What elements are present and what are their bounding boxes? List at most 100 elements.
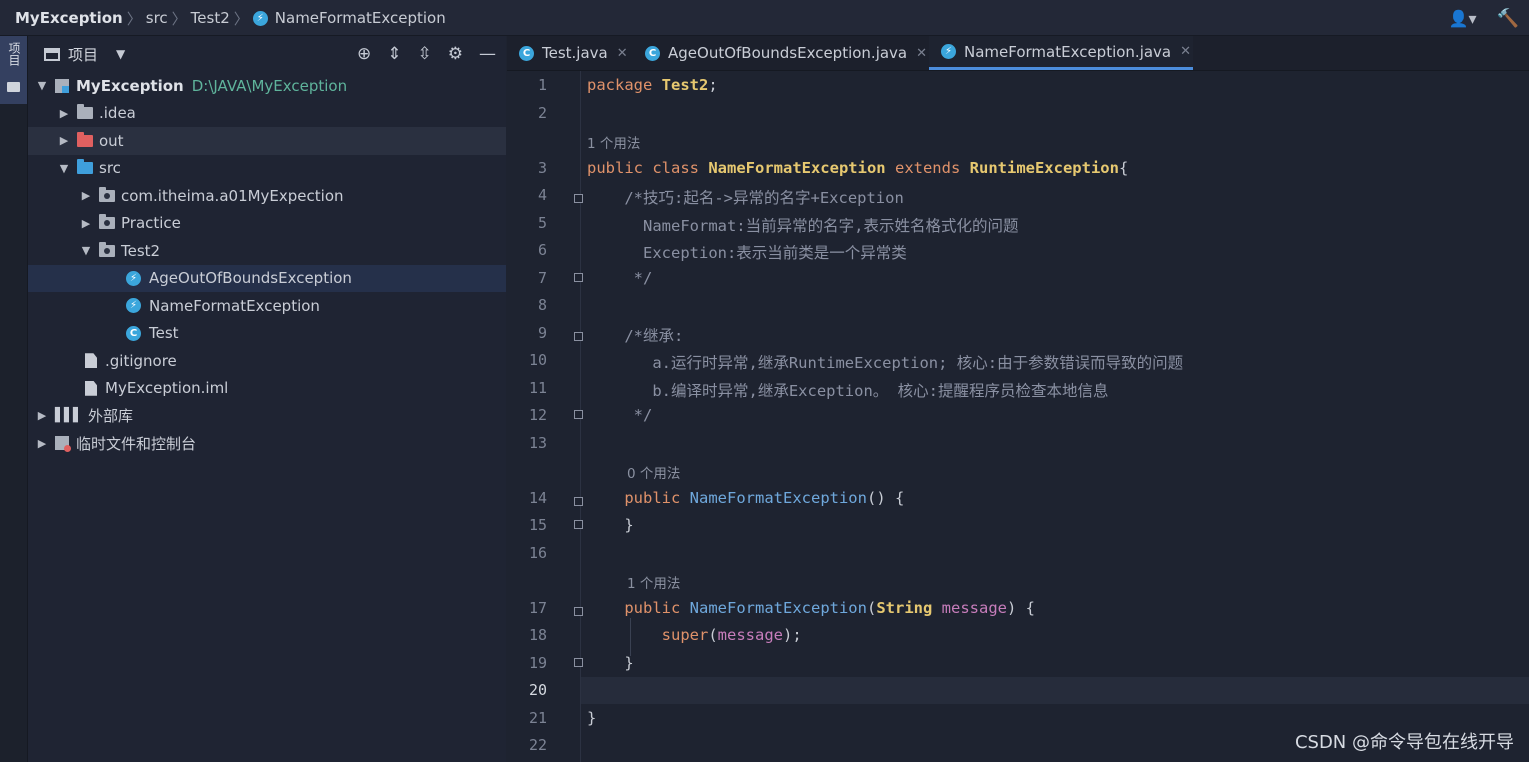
chevron-down-icon[interactable]: ▼	[58, 162, 70, 175]
usages-hint[interactable]: 1 个用法	[587, 132, 640, 152]
tree-item-out[interactable]: ▶ out	[28, 127, 506, 155]
tree-root-path: D:\JAVA\MyException	[191, 76, 348, 95]
breadcrumb-src[interactable]: src	[146, 9, 168, 27]
punctuation: (	[708, 626, 718, 644]
punctuation: {	[1118, 159, 1129, 177]
tree-item-file[interactable]: .gitignore	[28, 347, 506, 375]
tree-item-package[interactable]: ▶ Practice	[28, 210, 506, 238]
chevron-down-icon[interactable]: ▼	[80, 244, 92, 257]
close-icon[interactable]: ✕	[1180, 44, 1191, 59]
line-number: 22	[528, 736, 547, 754]
line-number: 6	[537, 241, 547, 259]
folder-icon	[77, 104, 93, 120]
usages-hint[interactable]: 1 个用法	[627, 572, 680, 592]
tree-item-class[interactable]: C Test	[28, 320, 506, 348]
line-number: 19	[528, 654, 547, 672]
fold-marker-icon[interactable]	[574, 194, 583, 203]
breadcrumb-file[interactable]: ⚡ NameFormatException	[252, 9, 446, 27]
fold-marker-icon[interactable]	[574, 332, 583, 341]
close-icon[interactable]: ✕	[916, 46, 927, 61]
tree-label-package: Test2	[121, 241, 161, 260]
fold-marker-icon[interactable]	[574, 410, 583, 419]
chevron-right-icon[interactable]: ▶	[58, 134, 70, 147]
punctuation: ) {	[1007, 599, 1035, 617]
close-icon[interactable]: ✕	[617, 46, 628, 61]
locate-icon[interactable]: ⊕	[357, 44, 371, 64]
lightning-class-icon: ⚡	[126, 298, 141, 314]
line-number: 18	[528, 626, 547, 644]
fold-marker-icon[interactable]	[574, 658, 583, 667]
chevron-down-icon[interactable]: ▼	[36, 79, 48, 92]
scratches-icon	[55, 436, 71, 453]
tree-label-libraries: 外部库	[88, 407, 134, 426]
tree-item-libraries[interactable]: ▶ ▌▌▌ 外部库	[28, 402, 506, 430]
line-number: 21	[528, 709, 547, 727]
chevron-right-icon[interactable]: ▶	[36, 409, 48, 422]
chevron-right-icon[interactable]: ▶	[80, 189, 92, 202]
panel-toolbar: ⊕ ⇕ ⇳ ⚙ —	[357, 36, 496, 72]
comment-line: NameFormat:当前异常的名字,表示姓名格式化的问题	[587, 217, 1019, 235]
tree-item-idea[interactable]: ▶ .idea	[28, 100, 506, 128]
expand-all-icon[interactable]: ⇕	[387, 44, 401, 64]
tree-item-scratches[interactable]: ▶ 临时文件和控制台	[28, 430, 506, 458]
chevron-right-icon[interactable]: ▶	[36, 437, 48, 450]
package-icon	[99, 214, 115, 230]
tree-item-root[interactable]: ▼ MyException D:\JAVA\MyException	[28, 72, 506, 100]
fold-marker-icon[interactable]	[574, 273, 583, 282]
navigation-bar: MyException 〉 src 〉 Test2 〉 ⚡ NameFormat…	[0, 0, 1529, 36]
collapse-all-icon[interactable]: ⇳	[418, 44, 432, 64]
tree-label-class: NameFormatException	[149, 296, 320, 315]
gear-icon[interactable]: ⚙	[448, 44, 463, 64]
line-number: 14	[528, 489, 547, 507]
usages-hint[interactable]: 0 个用法	[627, 462, 680, 482]
fold-marker-icon[interactable]	[574, 520, 583, 529]
breadcrumb-project[interactable]: MyException	[15, 9, 123, 27]
chevron-right-icon[interactable]: ▶	[58, 107, 70, 120]
breadcrumb-test2[interactable]: Test2	[191, 9, 230, 27]
user-icon[interactable]: 👤▾	[1449, 9, 1477, 28]
code-line: public class NameFormatException extends…	[587, 159, 1128, 177]
panel-title: 项目	[68, 45, 99, 64]
class-icon: C	[519, 45, 534, 61]
line-number: 15	[528, 516, 547, 534]
line-number: 17	[528, 599, 547, 617]
code-line: }	[587, 709, 597, 727]
code-editor[interactable]: 1 2 3 4 5 6 7 8 9 10 11 12 13 14 15 16 1…	[507, 71, 1529, 762]
tree-item-src[interactable]: ▼ src	[28, 155, 506, 183]
tree-label-file: .gitignore	[105, 351, 177, 370]
tree-item-class[interactable]: ⚡ NameFormatException	[28, 292, 506, 320]
tab-ageoutofbounds-java[interactable]: C AgeOutOfBoundsException.java ✕	[633, 36, 929, 70]
tree-label-out: out	[99, 131, 124, 150]
tab-nameformat-java[interactable]: ⚡ NameFormatException.java ✕	[929, 36, 1193, 70]
editor-tabs: C Test.java ✕ C AgeOutOfBoundsException.…	[507, 36, 1529, 71]
lightning-class-icon: ⚡	[941, 44, 956, 59]
chevron-down-icon: ▼	[116, 47, 126, 61]
comment-line: /*继承:	[587, 327, 684, 345]
minimize-icon[interactable]: —	[479, 44, 496, 64]
file-icon	[85, 380, 97, 396]
project-tool-button[interactable]: 项目	[0, 36, 27, 104]
tree-item-file[interactable]: MyException.iml	[28, 375, 506, 403]
line-number: 5	[537, 214, 547, 232]
tab-test-java[interactable]: C Test.java ✕	[507, 36, 631, 70]
constructor-name: NameFormatException	[689, 599, 867, 617]
build-hammer-icon[interactable]: 🔨	[1497, 8, 1519, 29]
tree-label-file: MyException.iml	[105, 379, 229, 398]
project-view-selector[interactable]: 项目 ▼	[44, 44, 125, 65]
tree-item-package[interactable]: ▶ com.itheima.a01MyExpection	[28, 182, 506, 210]
code-line: }	[587, 654, 634, 672]
line-number: 9	[537, 324, 547, 342]
code-line: super(message);	[587, 626, 802, 644]
fold-marker-icon[interactable]	[574, 607, 583, 616]
comment-line: Exception:表示当前类是一个异常类	[587, 244, 907, 262]
fold-marker-icon[interactable]	[574, 497, 583, 506]
chevron-right-icon[interactable]: ▶	[80, 217, 92, 230]
parameter-name: message	[717, 626, 783, 644]
tree-item-class[interactable]: ⚡ AgeOutOfBoundsException	[28, 264, 506, 292]
excluded-folder-icon	[77, 131, 93, 147]
line-number: 7	[537, 269, 547, 287]
watermark: CSDN @命令导包在线开导	[1294, 732, 1514, 753]
project-panel: 项目 ▼ ⊕ ⇕ ⇳ ⚙ — ▼ MyException D:\JAVA\MyE…	[28, 36, 506, 762]
tool-window-stripe: 项目	[0, 36, 28, 762]
tree-item-package[interactable]: ▼ Test2	[28, 237, 506, 265]
